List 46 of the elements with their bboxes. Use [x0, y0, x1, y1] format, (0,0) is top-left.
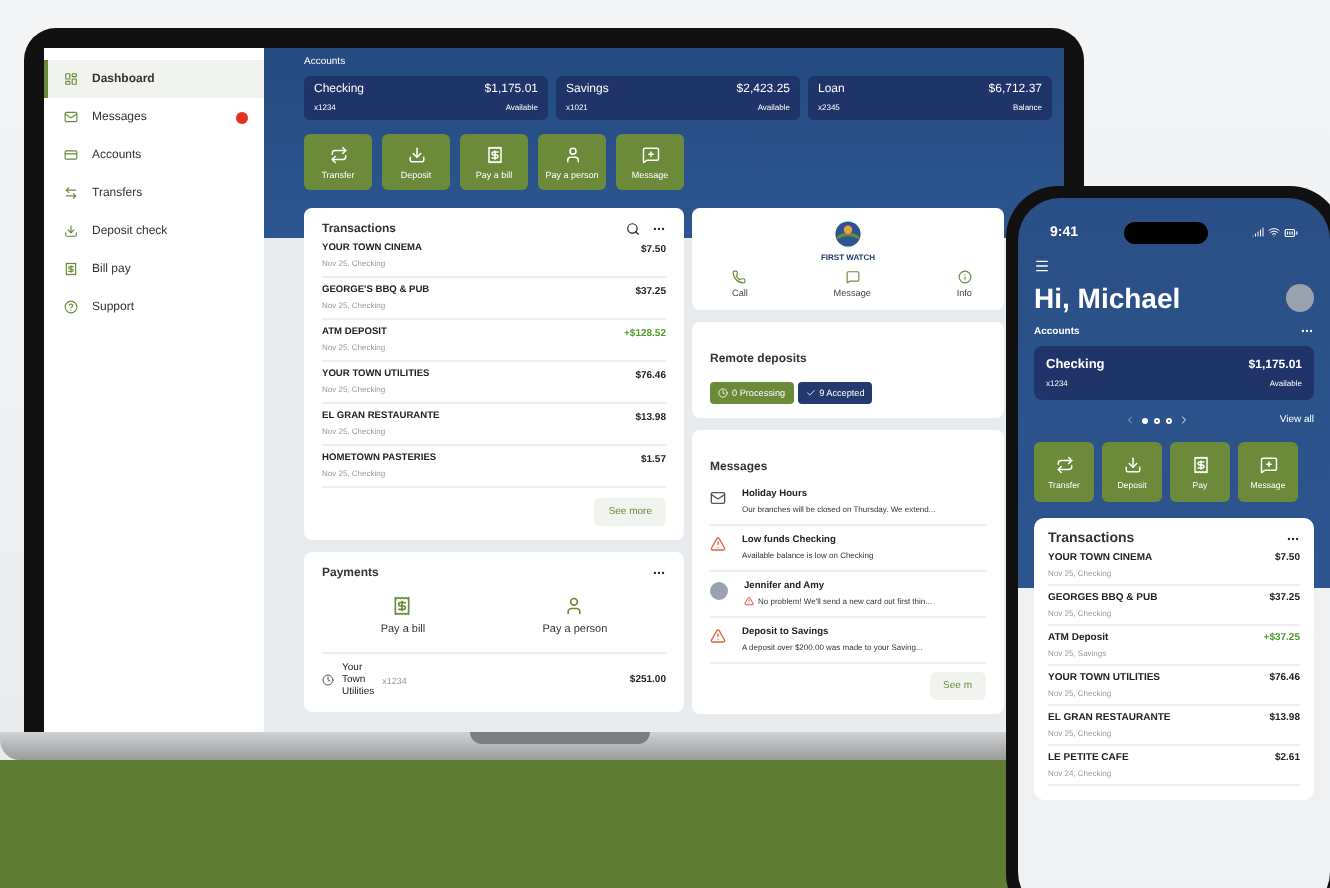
page-dot[interactable]	[1141, 417, 1148, 423]
arrows-icon	[64, 186, 78, 200]
phone-icon	[732, 270, 747, 284]
person-icon	[563, 145, 581, 163]
check-icon	[805, 388, 816, 398]
receipt-icon	[64, 262, 78, 276]
avatar[interactable]	[1286, 284, 1314, 312]
download-icon	[1123, 455, 1141, 473]
clock-icon	[322, 674, 334, 686]
chevron-right-icon[interactable]	[1177, 414, 1190, 426]
card-icon	[64, 148, 78, 162]
more-icon[interactable]	[1300, 324, 1314, 338]
page-dot[interactable]	[1165, 417, 1172, 423]
warning-icon	[710, 628, 726, 644]
download-icon	[407, 145, 425, 163]
more-icon[interactable]	[1286, 532, 1300, 546]
chat-icon	[1259, 455, 1277, 473]
warning-icon	[744, 596, 754, 606]
wifi-icon	[1267, 226, 1280, 238]
page-dot[interactable]	[1153, 417, 1160, 423]
chat-icon	[845, 270, 860, 284]
receipt-icon	[485, 145, 503, 163]
download-icon	[64, 224, 78, 238]
receipt-icon	[1191, 455, 1209, 473]
dashboard-icon	[64, 72, 78, 86]
chat-icon	[641, 145, 659, 163]
warning-icon	[710, 536, 726, 552]
search-icon[interactable]	[626, 222, 640, 236]
avatar	[710, 582, 728, 600]
more-icon[interactable]	[652, 566, 666, 580]
mail-icon	[64, 110, 78, 124]
camera-island	[1123, 221, 1207, 243]
arrows-icon	[1055, 455, 1073, 473]
battery-icon	[1283, 225, 1298, 239]
receipt-icon	[392, 596, 413, 616]
greeting: Hi, Michael	[1034, 282, 1181, 314]
signal-icon	[1251, 226, 1264, 238]
arrows-icon	[329, 145, 347, 163]
info-icon	[957, 270, 972, 284]
logo-icon	[834, 220, 862, 248]
clock-icon	[718, 388, 728, 398]
help-icon	[64, 300, 78, 314]
mail-icon	[710, 490, 726, 506]
more-icon[interactable]	[652, 222, 666, 236]
person-icon	[564, 596, 585, 616]
menu-icon[interactable]	[1034, 258, 1050, 274]
